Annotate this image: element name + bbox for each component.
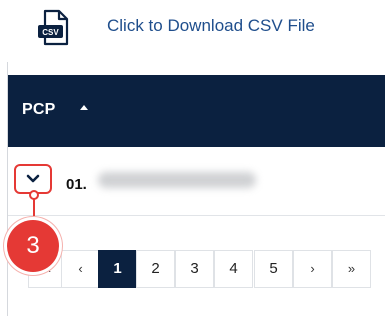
- sort-ascending-icon[interactable]: [80, 105, 88, 110]
- prev-page-button[interactable]: ‹: [61, 250, 100, 288]
- page-3-button[interactable]: 3: [175, 250, 214, 288]
- download-csv-link[interactable]: Click to Download CSV File: [107, 16, 315, 36]
- toolbar: CSV Click to Download CSV File: [0, 0, 385, 62]
- svg-text:CSV: CSV: [42, 28, 59, 37]
- last-page-button[interactable]: »: [332, 250, 371, 288]
- column-header-pcp[interactable]: PCP: [22, 101, 56, 119]
- annotation-connector-dot: [29, 190, 39, 200]
- redacted-name: [98, 172, 256, 188]
- page-5-button[interactable]: 5: [254, 250, 293, 288]
- step-badge: 3: [7, 220, 59, 272]
- row-number: 01.: [66, 176, 87, 193]
- chevron-down-icon: [26, 174, 40, 183]
- page-2-button[interactable]: 2: [136, 250, 175, 288]
- next-page-button[interactable]: ›: [293, 250, 332, 288]
- page-1-button[interactable]: 1: [98, 250, 137, 288]
- row-divider: [8, 215, 385, 216]
- table-header: [8, 75, 385, 147]
- page-4-button[interactable]: 4: [214, 250, 253, 288]
- csv-file-icon[interactable]: CSV: [36, 9, 72, 47]
